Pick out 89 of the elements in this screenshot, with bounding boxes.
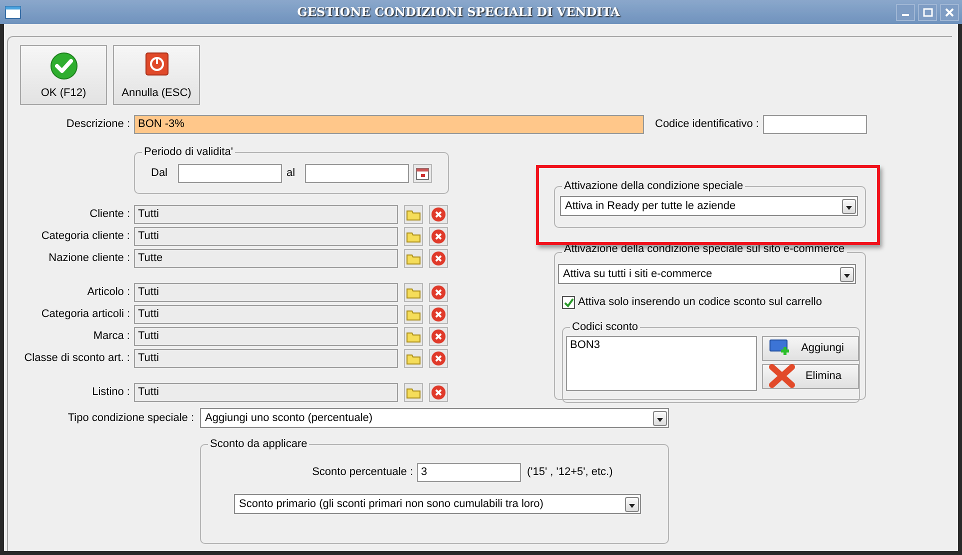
group-legend: Attivazione della condizione speciale [562, 179, 746, 193]
filter-field: Tutti [134, 205, 398, 224]
checkbox[interactable] [562, 296, 575, 309]
filter-field: Tutti [134, 305, 398, 324]
clear-icon [431, 285, 446, 300]
maximize-button[interactable] [918, 4, 937, 20]
description-label: Descrizione : [65, 117, 130, 132]
percent-field[interactable]: 3 [417, 463, 521, 482]
checkbox-label: Attiva solo inserendo un codice sconto sul carrello [578, 295, 822, 310]
ok-button[interactable]: OK (F12) [20, 45, 107, 105]
browse-button[interactable] [404, 227, 423, 246]
field-label: Nazione cliente : [48, 251, 130, 266]
clear-icon [431, 207, 446, 222]
field-label: Categoria articoli : [40, 307, 130, 322]
clear-button[interactable] [429, 283, 448, 302]
browse-button[interactable] [404, 327, 423, 346]
field-label: Categoria cliente : [40, 229, 130, 244]
folder-icon [406, 308, 421, 321]
percent-label: Sconto percentuale : [311, 465, 413, 480]
filter-field: Tutti [134, 327, 398, 346]
browse-button[interactable] [404, 249, 423, 268]
filter-field: Tutte [134, 249, 398, 268]
format-hint: ('15' , '12+5', etc.) [527, 465, 613, 480]
folder-icon [406, 386, 421, 399]
add-button[interactable]: Aggiungi [762, 336, 859, 360]
folder-icon [406, 286, 421, 299]
type-select[interactable]: Aggiungi uno sconto (percentuale) [200, 408, 669, 428]
date-field[interactable] [178, 164, 282, 182]
field-label: Marca : [92, 329, 130, 344]
delete-button[interactable]: Elimina [762, 364, 859, 388]
type-label: Tipo condizione speciale : [66, 410, 194, 426]
code-label: Codice identificativo : [655, 117, 759, 132]
filter-field: Tutti [134, 349, 398, 368]
group-legend: Sconto da applicare [208, 437, 310, 451]
from-label: Dal [151, 166, 168, 181]
folder-icon [406, 208, 421, 221]
folder-icon [406, 352, 421, 365]
clear-icon [431, 251, 446, 266]
clear-button[interactable] [429, 383, 448, 402]
browse-button[interactable] [404, 349, 423, 368]
calendar-icon [416, 166, 430, 180]
filter-field: Tutti [134, 383, 398, 402]
clear-button[interactable] [429, 249, 448, 268]
clear-button[interactable] [429, 205, 448, 224]
maximize-icon [922, 8, 932, 16]
clear-icon [431, 329, 446, 344]
clear-button[interactable] [429, 327, 448, 346]
browse-button[interactable] [404, 305, 423, 324]
clear-icon [431, 385, 446, 400]
window-icon [5, 6, 21, 18]
browse-button[interactable] [404, 383, 423, 402]
field-label: Listino : [91, 385, 130, 400]
close-button[interactable] [940, 4, 959, 20]
check-icon [50, 52, 78, 80]
ecommerce-select[interactable]: Attiva su tutti i siti e-commerce [558, 264, 856, 284]
activation-select[interactable]: Attiva in Ready per tutte le aziende [560, 196, 858, 216]
clear-icon [431, 351, 446, 366]
check-icon [563, 296, 574, 308]
description-field[interactable]: BON -3% [134, 115, 644, 134]
code-item[interactable]: BON3 [570, 338, 753, 352]
x-mark-icon [769, 364, 795, 388]
minimize-button[interactable] [896, 4, 915, 20]
codes-list[interactable]: BON3 [566, 336, 757, 390]
minimize-icon [902, 14, 909, 16]
folder-icon [406, 330, 421, 343]
filter-field: Tutti [134, 283, 398, 302]
browse-button[interactable] [404, 283, 423, 302]
power-icon [144, 52, 168, 76]
field-label: Articolo : [86, 285, 130, 300]
cancel-button[interactable]: Annulla (ESC) [113, 45, 200, 105]
browse-button[interactable] [404, 205, 423, 224]
to-label: al [286, 166, 296, 181]
calendar-button[interactable] [413, 164, 432, 182]
clear-button[interactable] [429, 349, 448, 368]
date-field[interactable] [305, 164, 410, 182]
close-icon [945, 8, 954, 16]
clear-icon [431, 307, 446, 322]
clear-icon [431, 229, 446, 244]
field-label: Classe di sconto art. : [23, 351, 130, 366]
clear-button[interactable] [429, 227, 448, 246]
window-title: GESTIONE CONDIZIONI SPECIALI DI VENDITA [296, 4, 621, 21]
code-field[interactable] [762, 115, 867, 134]
group-legend: Codici sconto [570, 320, 640, 334]
filter-field: Tutti [134, 227, 398, 246]
field-label: Cliente : [88, 207, 130, 222]
folder-icon [406, 252, 421, 265]
clear-button[interactable] [429, 305, 448, 324]
folder-icon [406, 230, 421, 243]
discount-type-select[interactable]: Sconto primario (gli sconti primari non sono cumulabili tra loro) [234, 494, 641, 514]
